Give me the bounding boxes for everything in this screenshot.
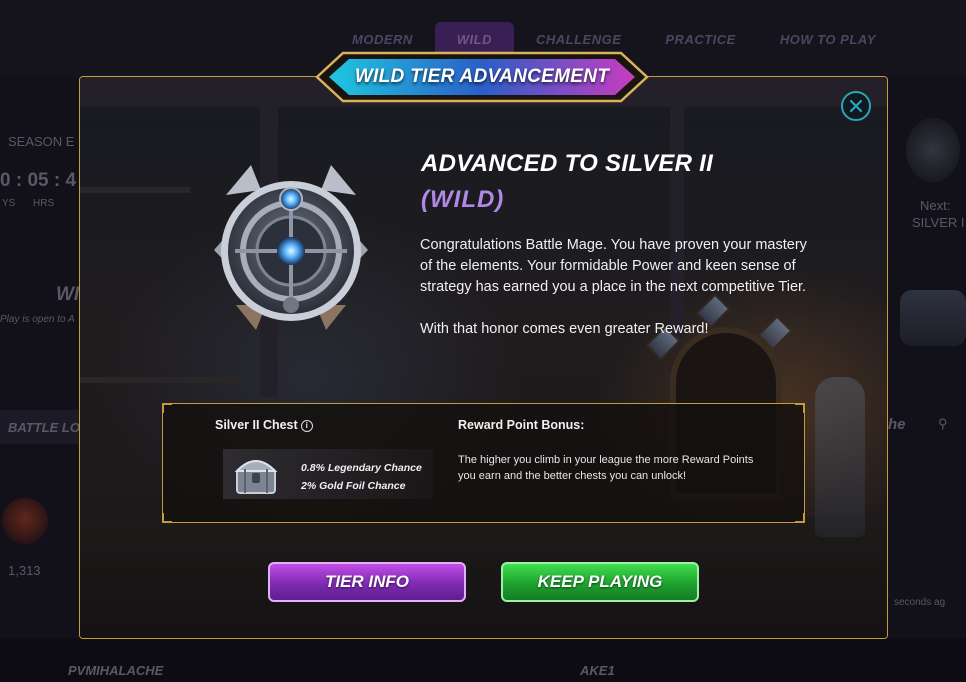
next-label: Next: [920, 198, 951, 213]
chest-name: Silver II Chest [215, 418, 298, 432]
next-tier-emblem-icon [906, 118, 960, 182]
reward-teaser: With that honor comes even greater Rewar… [420, 321, 709, 337]
right-timestamp: seconds ag [894, 597, 946, 608]
chest-label: Silver II Chest i [215, 418, 313, 432]
congrats-paragraph: Congratulations Battle Mage. You have pr… [420, 237, 807, 295]
gold-foil-chance: 2% Gold Foil Chance [301, 480, 406, 492]
season-timer: 0 : 05 : 4 [0, 170, 77, 191]
reward-point-bonus-text: The higher you climb in your league the … [458, 454, 754, 482]
reward-panel: Silver II Chest i 0.8% Legendary Chance 2… [162, 403, 805, 523]
tab-how-to-play[interactable]: HOW TO PLAY [758, 22, 898, 57]
banner-title: WILD TIER ADVANCEMENT [354, 66, 610, 87]
next-tier-value: SILVER I [912, 215, 965, 230]
chest-preview-icon [900, 290, 966, 346]
bottom-player-left: PVMIHALACHE [68, 663, 164, 678]
chest-odds-row: 0.8% Legendary Chance 2% Gold Foil Chanc… [223, 449, 433, 499]
tier-advancement-modal: ADVANCED TO SILVER II (WILD) Congratulat… [79, 76, 888, 639]
timer-unit-days: YS [2, 198, 16, 209]
league-heading: WI [56, 284, 80, 305]
player-rating: 1,313 [8, 563, 41, 578]
tier-info-button[interactable]: TIER INFO [268, 562, 466, 602]
congratulations-text: Congratulations Battle Mage. You have pr… [420, 235, 820, 361]
silver-tier-emblem-icon [214, 165, 368, 330]
bottom-player-mid: AKE1 [580, 663, 615, 678]
modal-banner: WILD TIER ADVANCEMENT [315, 50, 649, 104]
close-button[interactable] [841, 91, 871, 121]
legendary-chance: 0.8% Legendary Chance [301, 462, 422, 474]
silver-chest-icon [234, 460, 278, 494]
info-icon[interactable]: i [300, 420, 313, 432]
timer-unit-hours: HRS [33, 198, 55, 209]
close-icon [849, 99, 863, 113]
league-subtext: Play is open to A [0, 314, 75, 325]
right-heading: he [888, 416, 906, 433]
season-label: SEASON E [8, 134, 75, 149]
search-icon[interactable]: ⚲ [938, 416, 948, 432]
reward-point-bonus-label: Reward Point Bonus: [458, 418, 585, 432]
player-avatar [2, 498, 48, 544]
battle-log-label: BATTLE LO [8, 420, 80, 435]
tab-practice[interactable]: PRACTICE [643, 22, 757, 57]
format-subtitle: (WILD) [421, 186, 505, 213]
left-panel [0, 76, 80, 682]
keep-playing-button[interactable]: KEEP PLAYING [501, 562, 699, 602]
tier-title: ADVANCED TO SILVER II [421, 150, 714, 177]
